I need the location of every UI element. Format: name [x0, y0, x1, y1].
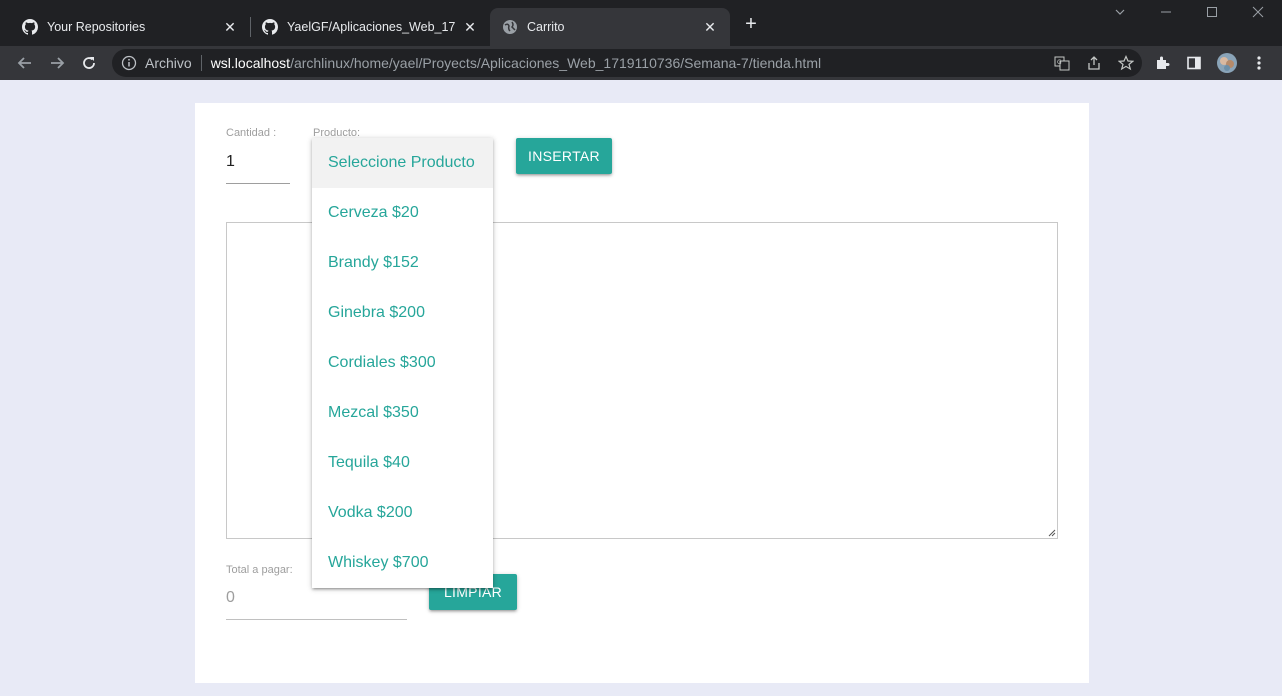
address-actions: G [1042, 53, 1138, 73]
browser-toolbar: Archivo wsl.localhost/archlinux/home/yae… [0, 46, 1282, 80]
reload-icon[interactable] [76, 50, 102, 76]
window-close-icon[interactable] [1247, 6, 1269, 24]
dropdown-option[interactable]: Whiskey $700 [312, 538, 493, 588]
dropdown-option[interactable]: Cerveza $20 [312, 188, 493, 238]
globe-icon [503, 20, 517, 34]
browser-titlebar: Your Repositories ✕ YaelGF/Aplicaciones_… [0, 0, 1282, 46]
dropdown-option-placeholder[interactable]: Seleccione Producto [312, 138, 493, 188]
resize-grip-icon[interactable] [1046, 527, 1056, 537]
insert-button[interactable]: INSERTAR [516, 138, 612, 174]
forward-arrow-icon[interactable] [44, 50, 70, 76]
quantity-input[interactable]: 1 [226, 153, 235, 171]
total-label: Total a pagar: [226, 564, 293, 576]
translate-icon[interactable]: G [1050, 53, 1074, 73]
star-icon[interactable] [1114, 53, 1138, 73]
total-underline [226, 619, 407, 620]
close-icon[interactable]: ✕ [702, 19, 718, 35]
extensions-icon[interactable] [1150, 50, 1174, 76]
close-icon[interactable]: ✕ [222, 19, 238, 35]
close-icon[interactable]: ✕ [462, 19, 478, 35]
dropdown-option[interactable]: Brandy $152 [312, 238, 493, 288]
tab-your-repositories[interactable]: Your Repositories ✕ [10, 8, 250, 46]
maximize-icon[interactable] [1201, 6, 1223, 24]
quantity-label: Cantidad : [226, 127, 277, 139]
url-path: /archlinux/home/yael/Proyects/Aplicacion… [290, 55, 822, 71]
tab-search-icon[interactable] [1109, 6, 1131, 24]
address-bar[interactable]: Archivo wsl.localhost/archlinux/home/yae… [112, 49, 1142, 77]
address-divider [200, 55, 202, 71]
security-label[interactable]: Archivo [145, 55, 192, 71]
share-icon[interactable] [1082, 53, 1106, 73]
menu-kebab-icon[interactable] [1248, 50, 1270, 76]
back-arrow-icon[interactable] [12, 50, 38, 76]
new-tab-button[interactable]: + [741, 14, 761, 34]
info-icon[interactable] [121, 55, 137, 71]
quantity-underline [226, 183, 290, 184]
github-icon [262, 19, 278, 35]
dropdown-option[interactable]: Tequila $40 [312, 438, 493, 488]
tab-title: Your Repositories [47, 20, 146, 34]
tab-aplicaciones-web[interactable]: YaelGF/Aplicaciones_Web_1719110736 ✕ [250, 8, 490, 46]
tab-carrito[interactable]: Carrito ✕ [490, 8, 730, 46]
product-dropdown[interactable]: Seleccione Producto Cerveza $20 Brandy $… [312, 138, 493, 588]
dropdown-option[interactable]: Mezcal $350 [312, 388, 493, 438]
svg-text:G: G [1057, 59, 1062, 66]
dropdown-option[interactable]: Ginebra $200 [312, 288, 493, 338]
tab-title: Carrito [527, 20, 565, 34]
total-field[interactable]: 0 [226, 589, 235, 607]
side-panel-icon[interactable] [1182, 50, 1206, 76]
minimize-icon[interactable] [1155, 6, 1177, 24]
url-host: wsl.localhost [210, 55, 291, 71]
dropdown-option[interactable]: Vodka $200 [312, 488, 493, 538]
github-icon [22, 19, 38, 35]
tab-title: YaelGF/Aplicaciones_Web_1719110736 [287, 20, 456, 34]
dropdown-option[interactable]: Cordiales $300 [312, 338, 493, 388]
profile-avatar[interactable] [1214, 50, 1240, 76]
